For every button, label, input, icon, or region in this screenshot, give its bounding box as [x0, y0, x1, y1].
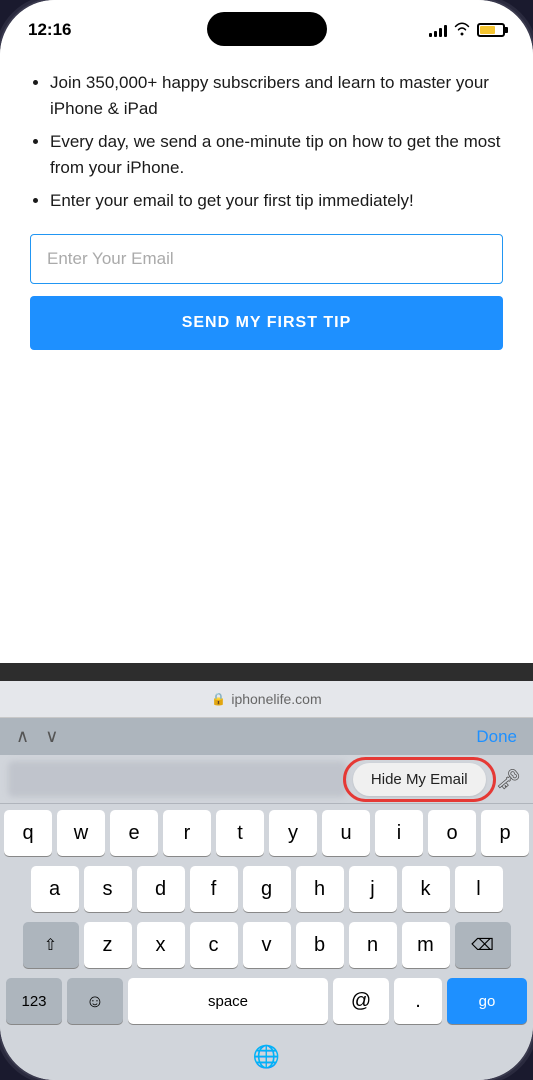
dynamic-island	[207, 12, 327, 46]
key-v[interactable]: v	[243, 922, 291, 968]
key-x[interactable]: x	[137, 922, 185, 968]
key-y[interactable]: y	[269, 810, 317, 856]
status-icons	[429, 22, 505, 39]
key-k[interactable]: k	[402, 866, 450, 912]
bullet-item-2: Every day, we send a one-minute tip on h…	[50, 129, 503, 180]
status-time: 12:16	[28, 20, 71, 40]
key-a[interactable]: a	[31, 866, 79, 912]
lock-icon: 🔒	[211, 692, 226, 706]
nav-up-icon[interactable]: ∧	[16, 726, 29, 747]
keyboard-row-1: q w e r t y u i o p	[4, 810, 529, 856]
key-g[interactable]: g	[243, 866, 291, 912]
url-bar-content: 🔒 iphonelife.com	[211, 691, 321, 707]
autocomplete-blur	[8, 761, 347, 797]
domain-text: iphonelife.com	[231, 691, 321, 707]
url-bar: 🔒 iphonelife.com	[0, 681, 533, 718]
autocomplete-row: Hide My Email 🗝	[0, 755, 533, 804]
go-key[interactable]: go	[447, 978, 527, 1024]
battery-icon	[477, 23, 505, 37]
status-bar: 12:16	[0, 0, 533, 50]
space-key[interactable]: space	[128, 978, 328, 1024]
key-t[interactable]: t	[216, 810, 264, 856]
key-p[interactable]: p	[481, 810, 529, 856]
keyboard: q w e r t y u i o p a s d f g	[0, 804, 533, 1038]
key-f[interactable]: f	[190, 866, 238, 912]
bullet-item-3: Enter your email to get your first tip i…	[50, 188, 503, 214]
emoji-key[interactable]: ☺	[67, 978, 123, 1024]
key-o[interactable]: o	[428, 810, 476, 856]
globe-button[interactable]: 🌐	[253, 1044, 280, 1070]
key-z[interactable]: z	[84, 922, 132, 968]
shift-key[interactable]: ⇧	[23, 922, 79, 968]
keyboard-row-2: a s d f g h j k l	[4, 866, 529, 912]
dot-key[interactable]: .	[394, 978, 442, 1024]
key-b[interactable]: b	[296, 922, 344, 968]
num-key[interactable]: 123	[6, 978, 62, 1024]
keyboard-toolbar: ∧ ∨ Done	[0, 718, 533, 755]
hide-email-wrapper: Hide My Email	[353, 763, 486, 796]
key-icon: 🗝	[492, 767, 525, 792]
key-u[interactable]: u	[322, 810, 370, 856]
bullet-item-1: Join 350,000+ happy subscribers and lear…	[50, 70, 503, 121]
key-j[interactable]: j	[349, 866, 397, 912]
keyboard-container: 🔒 iphonelife.com ∧ ∨ Done Hide My Email …	[0, 681, 533, 1080]
nav-down-icon[interactable]: ∨	[45, 726, 58, 747]
globe-row: 🌐	[0, 1038, 533, 1080]
key-l[interactable]: l	[455, 866, 503, 912]
signal-icon	[429, 23, 447, 37]
phone-frame: 12:16	[0, 0, 533, 1080]
key-c[interactable]: c	[190, 922, 238, 968]
key-m[interactable]: m	[402, 922, 450, 968]
at-key[interactable]: @	[333, 978, 389, 1024]
key-r[interactable]: r	[163, 810, 211, 856]
key-h[interactable]: h	[296, 866, 344, 912]
key-d[interactable]: d	[137, 866, 185, 912]
key-e[interactable]: e	[110, 810, 158, 856]
hide-email-button[interactable]: Hide My Email	[353, 763, 486, 796]
dark-separator	[0, 663, 533, 681]
key-w[interactable]: w	[57, 810, 105, 856]
key-i[interactable]: i	[375, 810, 423, 856]
phone-screen: 12:16	[0, 0, 533, 1080]
bullet-list: Join 350,000+ happy subscribers and lear…	[30, 70, 503, 214]
keyboard-row-4: 123 ☺ space @ . go	[4, 978, 529, 1024]
done-button[interactable]: Done	[476, 727, 517, 747]
email-input[interactable]	[30, 234, 503, 284]
key-q[interactable]: q	[4, 810, 52, 856]
key-n[interactable]: n	[349, 922, 397, 968]
delete-key[interactable]: ⌫	[455, 922, 511, 968]
wifi-icon	[453, 22, 471, 39]
key-s[interactable]: s	[84, 866, 132, 912]
keyboard-row-3: ⇧ z x c v b n m ⌫	[4, 922, 529, 968]
nav-arrows: ∧ ∨	[16, 726, 58, 747]
send-tip-button[interactable]: SEND MY FIRST TIP	[30, 296, 503, 350]
main-content: Join 350,000+ happy subscribers and lear…	[0, 50, 533, 663]
